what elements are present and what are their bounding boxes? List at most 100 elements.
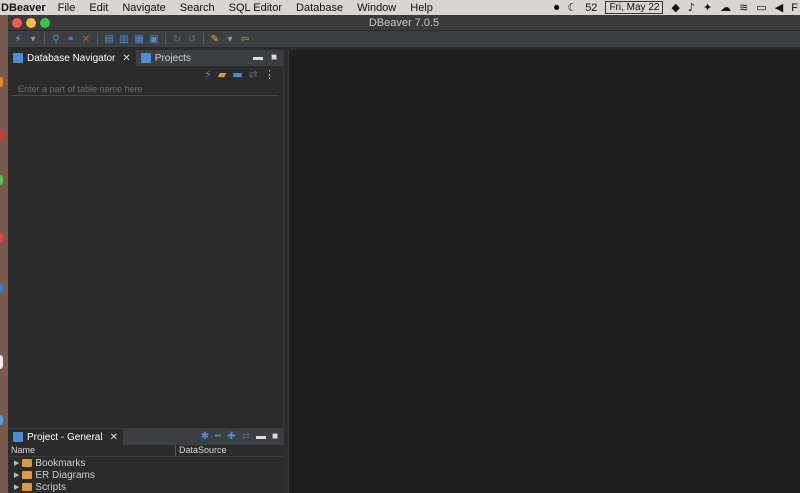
menu-sql-editor[interactable]: SQL Editor: [229, 2, 282, 14]
menu-window[interactable]: Window: [357, 2, 396, 14]
commit-icon[interactable]: ↻: [171, 33, 183, 45]
toolbar-divider: [165, 33, 166, 45]
menubar-extra[interactable]: F: [791, 2, 798, 14]
remove-icon[interactable]: ━: [215, 431, 221, 442]
chevron-down-icon[interactable]: ▾: [224, 33, 236, 45]
moon-icon: ☾: [567, 1, 578, 14]
database-navigator-icon: [13, 53, 23, 63]
tab-project-general[interactable]: Project - General ✕: [8, 429, 123, 445]
folder-icon: [22, 471, 33, 479]
database-navigator-panel: Database Navigator ✕ Projects ▬ ■ ⚡ ▰ ▬ …: [8, 50, 284, 440]
collapse-all-icon[interactable]: ▬: [232, 68, 242, 81]
folder-icon: [22, 483, 33, 491]
projects-icon: [140, 53, 151, 63]
minimize-icon[interactable]: ▬: [256, 431, 266, 442]
open-script-icon[interactable]: ▦: [133, 33, 145, 45]
tree-item-bookmarks[interactable]: ▶ Bookmarks: [8, 457, 284, 469]
project-table-header: Name DataSource: [8, 445, 284, 457]
settings-icon[interactable]: ✱: [201, 431, 209, 442]
dropbox-icon[interactable]: ◆: [671, 1, 679, 14]
tree-item-er-diagrams[interactable]: ▶ ER Diagrams: [8, 469, 284, 481]
dock-edge: [0, 15, 8, 493]
airplay-icon[interactable]: ▭: [756, 1, 766, 14]
cloud-icon[interactable]: ☁: [720, 1, 731, 14]
dbeaver-window: DBeaver 7.0.5 ⚡ ▾ ⚲ ⚭ ✕ ▤ ▥ ▦ ▣ ↻ ↺ ✎ ▾ …: [8, 15, 800, 493]
chevron-down-icon[interactable]: ▾: [27, 33, 39, 45]
app-menu[interactable]: DBeaver: [0, 2, 46, 14]
editor-area[interactable]: [288, 50, 800, 493]
new-script-icon[interactable]: ▥: [118, 33, 130, 45]
table-filter[interactable]: [12, 82, 279, 96]
disconnect-icon[interactable]: ✕: [80, 33, 92, 45]
new-connection-icon[interactable]: ⚡: [204, 68, 212, 81]
new-folder-icon[interactable]: ▰: [218, 68, 226, 81]
menu-navigate[interactable]: Navigate: [122, 2, 165, 14]
view-menu-icon[interactable]: ⋮: [264, 68, 275, 81]
maximize-icon[interactable]: ■: [271, 52, 277, 63]
tree-item-label: Bookmarks: [35, 457, 86, 469]
column-header-name[interactable]: Name: [8, 445, 176, 456]
toolbar-divider: [203, 33, 204, 45]
add-icon[interactable]: ✚: [227, 431, 235, 442]
close-icon[interactable]: ✕: [122, 53, 130, 64]
menu-database[interactable]: Database: [296, 2, 343, 14]
new-connection-icon[interactable]: ⚡: [12, 33, 24, 45]
date-display[interactable]: Fri, May 22: [605, 1, 664, 14]
dock-app-icon[interactable]: [0, 283, 3, 293]
dock-app-icon[interactable]: [0, 355, 3, 369]
tree-item-scripts[interactable]: ▶ Scripts: [8, 481, 284, 493]
tab-label: Database Navigator: [27, 52, 116, 64]
expand-arrow-icon[interactable]: ▶: [14, 459, 19, 467]
tab-label: Projects: [154, 52, 191, 64]
close-icon[interactable]: ✕: [110, 432, 118, 443]
tree-item-label: Scripts: [35, 481, 66, 493]
project-tab-bar: Project - General ✕ ✱ ━ ✚ ⇄ ▬ ■: [8, 429, 284, 445]
navigator-toolbar: ⚡ ▰ ▬ ⇄ ⋮: [8, 66, 283, 82]
menu-edit[interactable]: Edit: [89, 2, 108, 14]
tab-database-navigator[interactable]: Database Navigator ✕: [8, 50, 136, 66]
invalidate-icon[interactable]: ⚭: [65, 33, 77, 45]
record-icon[interactable]: ⏺: [554, 1, 560, 15]
link-editor-icon[interactable]: ⇄: [242, 431, 250, 442]
toolbar-divider: [97, 33, 98, 45]
menu-help[interactable]: Help: [410, 2, 433, 14]
rollback-icon[interactable]: ↺: [186, 33, 198, 45]
navigator-tab-bar: Database Navigator ✕ Projects ▬ ■: [8, 50, 283, 66]
expand-arrow-icon[interactable]: ▶: [14, 483, 19, 491]
project-general-panel: Project - General ✕ ✱ ━ ✚ ⇄ ▬ ■ Name Dat…: [8, 428, 284, 493]
toolbar-divider: [44, 33, 45, 45]
menu-file[interactable]: File: [58, 2, 76, 14]
tab-label: Project - General: [27, 431, 103, 443]
dock-app-icon[interactable]: [0, 77, 3, 87]
menu-search[interactable]: Search: [180, 2, 215, 14]
window-titlebar: DBeaver 7.0.5: [8, 15, 800, 31]
app-status-icon[interactable]: ✦: [703, 1, 712, 14]
project-panel-controls: ✱ ━ ✚ ⇄ ▬ ■: [201, 431, 278, 442]
volume-icon[interactable]: ◀: [775, 1, 783, 14]
dock-app-icon[interactable]: [0, 175, 3, 185]
link-editor-icon[interactable]: ⇄: [249, 68, 258, 81]
dock-app-icon[interactable]: [0, 415, 3, 425]
panel-window-controls: ▬ ■: [253, 52, 277, 63]
column-header-datasource[interactable]: DataSource: [176, 445, 227, 456]
dock-app-icon[interactable]: [0, 130, 3, 140]
status-area: ⏺ ☾ 52 Fri, May 22 ◆ ♪ ✦ ☁ ≋ ▭ ◀ F: [554, 0, 800, 15]
back-icon[interactable]: ⇦: [239, 33, 251, 45]
dock-app-icon[interactable]: [0, 233, 3, 243]
expand-arrow-icon[interactable]: ▶: [14, 471, 19, 479]
wifi-icon[interactable]: ≋: [739, 1, 748, 14]
minimize-icon[interactable]: ▬: [253, 52, 263, 63]
sql-editor-icon[interactable]: ▤: [103, 33, 115, 45]
airpods-icon[interactable]: ♪: [688, 1, 695, 14]
main-toolbar: ⚡ ▾ ⚲ ⚭ ✕ ▤ ▥ ▦ ▣ ↻ ↺ ✎ ▾ ⇦: [8, 31, 800, 48]
recent-script-icon[interactable]: ▣: [148, 33, 160, 45]
edit-icon[interactable]: ✎: [209, 33, 221, 45]
tab-projects[interactable]: Projects: [136, 50, 196, 66]
maximize-icon[interactable]: ■: [272, 431, 278, 442]
project-icon: [13, 432, 23, 442]
temperature: 52: [585, 1, 598, 14]
connect-icon[interactable]: ⚲: [50, 33, 62, 45]
folder-icon: [22, 459, 33, 467]
table-filter-input[interactable]: [18, 84, 279, 94]
macos-menubar: DBeaver File Edit Navigate Search SQL Ed…: [0, 0, 800, 15]
